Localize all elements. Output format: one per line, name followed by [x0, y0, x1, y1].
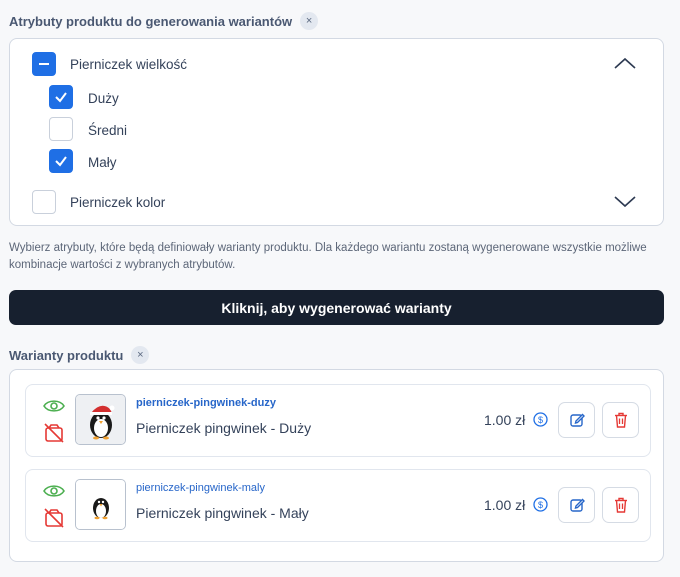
check-icon	[55, 92, 67, 103]
check-icon	[55, 156, 67, 167]
variant-price: 1.00 zł	[484, 412, 526, 428]
visible-eye-icon[interactable]	[43, 398, 65, 414]
dollar-coin-icon[interactable]: $	[533, 497, 548, 512]
penguin-image	[76, 480, 125, 529]
minus-icon	[39, 63, 49, 65]
trash-icon	[614, 412, 627, 428]
generate-variants-button[interactable]: Kliknij, aby wygenerować warianty	[9, 290, 664, 325]
variant-row: pierniczek-pingwinek-duzy Pierniczek pin…	[25, 384, 651, 457]
variant-thumbnail	[75, 479, 126, 530]
svg-text:$: $	[538, 500, 543, 510]
option-maly-checkbox[interactable]	[49, 149, 73, 173]
variants-section-title: Warianty produktu ×	[9, 346, 150, 364]
group-kolor-label: Pierniczek kolor	[70, 195, 166, 210]
variant-name: Pierniczek pingwinek - Duży	[136, 420, 312, 436]
group-wielkosc-checkbox[interactable]	[32, 52, 56, 76]
dollar-coin-icon[interactable]: $	[533, 412, 548, 427]
option-sredni-checkbox[interactable]	[49, 117, 73, 141]
variant-name: Pierniczek pingwinek - Mały	[136, 505, 309, 521]
edit-variant-button[interactable]	[558, 402, 595, 438]
chevron-down-icon[interactable]	[613, 194, 637, 208]
chevron-up-icon[interactable]	[613, 56, 637, 70]
hidden-shop-icon[interactable]	[43, 422, 65, 444]
edit-pencil-icon	[569, 413, 585, 427]
help-text: Wybierz atrybuty, które będą definiowały…	[9, 242, 647, 271]
option-duzy-label: Duży	[88, 91, 119, 106]
visible-eye-icon[interactable]	[43, 483, 65, 499]
attributes-title-text: Atrybuty produktu do generowania wariant…	[9, 13, 293, 29]
option-duzy-checkbox[interactable]	[49, 85, 73, 109]
trash-icon	[614, 497, 627, 513]
attributes-clear-button[interactable]: ×	[300, 12, 319, 30]
option-sredni-label: Średni	[88, 123, 128, 138]
variants-clear-button[interactable]: ×	[131, 346, 150, 364]
delete-variant-button[interactable]	[602, 402, 639, 438]
variant-sku[interactable]: pierniczek-pingwinek-maly	[136, 482, 265, 494]
attributes-section-title: Atrybuty produktu do generowania wariant…	[9, 12, 319, 30]
svg-text:$: $	[538, 415, 543, 425]
group-wielkosc-label: Pierniczek wielkość	[70, 57, 188, 72]
attributes-panel: Pierniczek wielkość Duży Średni Mały Pie…	[9, 38, 664, 226]
edit-pencil-icon	[569, 498, 585, 512]
variant-price: 1.00 zł	[484, 497, 526, 513]
hidden-shop-icon[interactable]	[43, 507, 65, 529]
edit-variant-button[interactable]	[558, 487, 595, 523]
variants-title-text: Warianty produktu	[9, 347, 124, 363]
option-maly-label: Mały	[88, 155, 117, 170]
variant-thumbnail	[75, 394, 126, 445]
delete-variant-button[interactable]	[602, 487, 639, 523]
variant-sku[interactable]: pierniczek-pingwinek-duzy	[136, 397, 276, 409]
penguin-santa-image	[76, 395, 125, 444]
variants-panel: pierniczek-pingwinek-duzy Pierniczek pin…	[9, 369, 664, 562]
group-kolor-checkbox[interactable]	[32, 190, 56, 214]
variant-row: pierniczek-pingwinek-maly Pierniczek pin…	[25, 469, 651, 542]
